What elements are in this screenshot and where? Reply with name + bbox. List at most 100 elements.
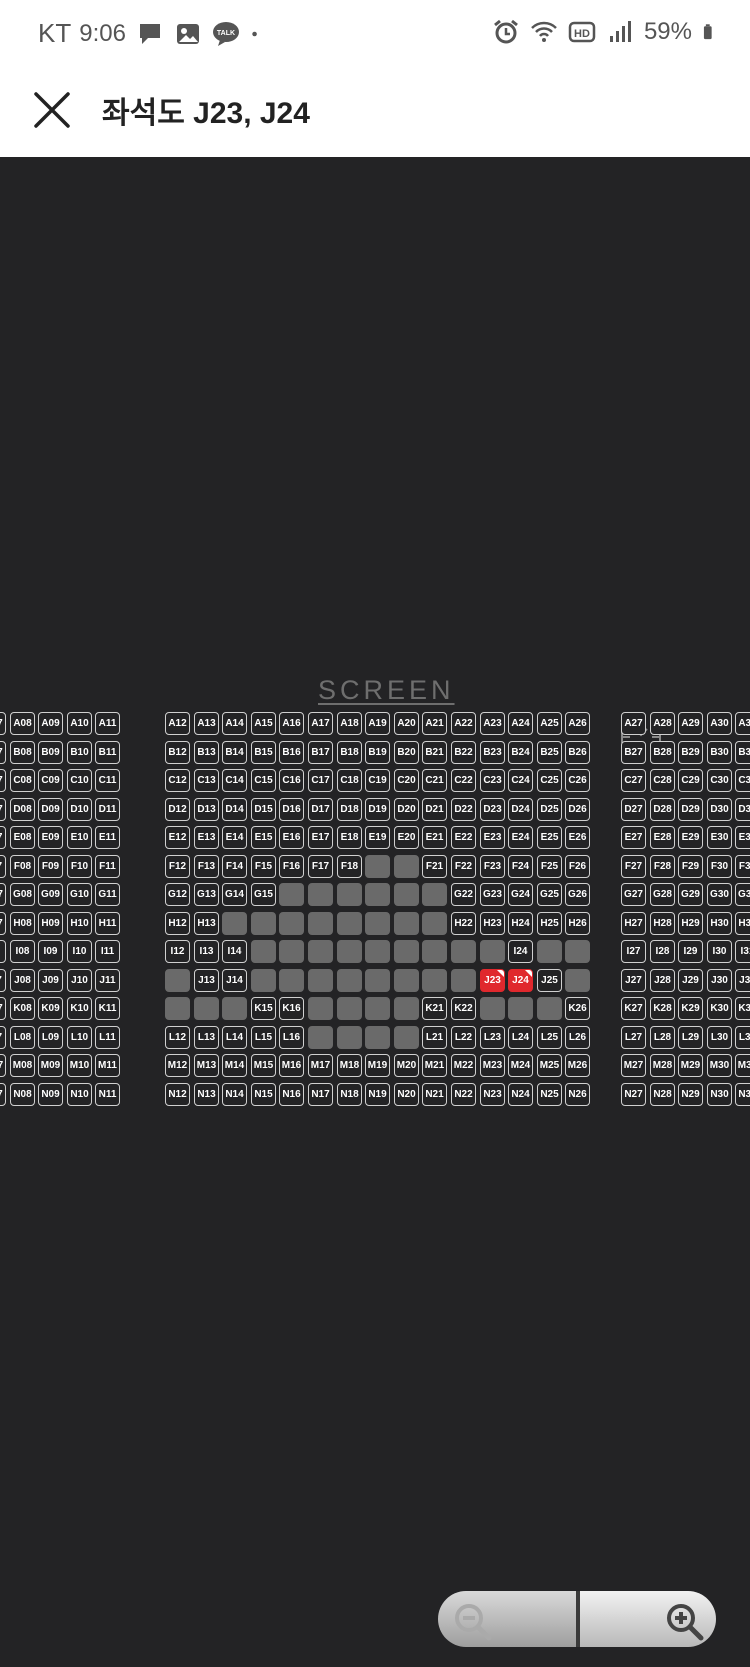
seat-f12[interactable]: F12 <box>165 855 190 878</box>
seat-e11[interactable]: E11 <box>95 826 120 849</box>
seat-a21[interactable]: A21 <box>422 712 447 735</box>
seat-k29[interactable]: K29 <box>678 997 703 1020</box>
seat-e31[interactable]: E31 <box>735 826 750 849</box>
seat-h08[interactable]: H08 <box>10 912 35 935</box>
seat-i28[interactable]: I28 <box>650 940 675 963</box>
seat-e24[interactable]: E24 <box>508 826 533 849</box>
seat-m25[interactable]: M25 <box>537 1054 562 1077</box>
seat-f17[interactable]: F17 <box>308 855 333 878</box>
seat-n11[interactable]: N11 <box>95 1083 120 1106</box>
seat-f18[interactable]: F18 <box>337 855 362 878</box>
seat-i30[interactable]: I30 <box>707 940 732 963</box>
seat-f28[interactable]: F28 <box>650 855 675 878</box>
seat-j07[interactable]: J07 <box>0 969 6 992</box>
seat-k21[interactable]: K21 <box>422 997 447 1020</box>
seat-a19[interactable]: A19 <box>365 712 390 735</box>
seat-l08[interactable]: L08 <box>10 1026 35 1049</box>
seat-f31[interactable]: F31 <box>735 855 750 878</box>
seat-j30[interactable]: J30 <box>707 969 732 992</box>
seat-h27[interactable]: H27 <box>621 912 646 935</box>
seat-k10[interactable]: K10 <box>67 997 92 1020</box>
seat-m24[interactable]: M24 <box>508 1054 533 1077</box>
seat-e14[interactable]: E14 <box>222 826 247 849</box>
seat-b15[interactable]: B15 <box>251 741 276 764</box>
seat-j25[interactable]: J25 <box>537 969 562 992</box>
seat-m31[interactable]: M31 <box>735 1054 750 1077</box>
zoom-out-button[interactable] <box>438 1591 576 1647</box>
seat-f24[interactable]: F24 <box>508 855 533 878</box>
seat-n09[interactable]: N09 <box>38 1083 63 1106</box>
seat-m11[interactable]: M11 <box>95 1054 120 1077</box>
seat-j29[interactable]: J29 <box>678 969 703 992</box>
seat-d14[interactable]: D14 <box>222 798 247 821</box>
seat-g08[interactable]: G08 <box>10 883 35 906</box>
seat-m15[interactable]: M15 <box>251 1054 276 1077</box>
seat-m21[interactable]: M21 <box>422 1054 447 1077</box>
seat-j08[interactable]: J08 <box>10 969 35 992</box>
seat-k07[interactable]: K07 <box>0 997 6 1020</box>
seat-b21[interactable]: B21 <box>422 741 447 764</box>
seat-k26[interactable]: K26 <box>565 997 590 1020</box>
seat-i12[interactable]: I12 <box>165 940 190 963</box>
seat-h29[interactable]: H29 <box>678 912 703 935</box>
seat-k16[interactable]: K16 <box>279 997 304 1020</box>
seat-a20[interactable]: A20 <box>394 712 419 735</box>
seat-b29[interactable]: B29 <box>678 741 703 764</box>
seat-a30[interactable]: A30 <box>707 712 732 735</box>
seat-g27[interactable]: G27 <box>621 883 646 906</box>
seat-f30[interactable]: F30 <box>707 855 732 878</box>
seat-e21[interactable]: E21 <box>422 826 447 849</box>
seat-j27[interactable]: J27 <box>621 969 646 992</box>
seat-a18[interactable]: A18 <box>337 712 362 735</box>
seat-l31[interactable]: L31 <box>735 1026 750 1049</box>
seat-a08[interactable]: A08 <box>10 712 35 735</box>
seat-h10[interactable]: H10 <box>67 912 92 935</box>
close-icon[interactable] <box>28 86 76 134</box>
seat-i29[interactable]: I29 <box>678 940 703 963</box>
seat-n25[interactable]: N25 <box>537 1083 562 1106</box>
seat-d15[interactable]: D15 <box>251 798 276 821</box>
seat-c18[interactable]: C18 <box>337 769 362 792</box>
seat-d09[interactable]: D09 <box>38 798 63 821</box>
seat-g07[interactable]: G07 <box>0 883 6 906</box>
seat-a16[interactable]: A16 <box>279 712 304 735</box>
seat-c12[interactable]: C12 <box>165 769 190 792</box>
seat-m23[interactable]: M23 <box>480 1054 505 1077</box>
seat-b18[interactable]: B18 <box>337 741 362 764</box>
seat-e09[interactable]: E09 <box>38 826 63 849</box>
seat-k30[interactable]: K30 <box>707 997 732 1020</box>
seat-b20[interactable]: B20 <box>394 741 419 764</box>
seat-j14[interactable]: J14 <box>222 969 247 992</box>
seat-d22[interactable]: D22 <box>451 798 476 821</box>
seat-k11[interactable]: K11 <box>95 997 120 1020</box>
seat-n28[interactable]: N28 <box>650 1083 675 1106</box>
seat-b30[interactable]: B30 <box>707 741 732 764</box>
seat-d08[interactable]: D08 <box>10 798 35 821</box>
seat-e22[interactable]: E22 <box>451 826 476 849</box>
seat-h13[interactable]: H13 <box>194 912 219 935</box>
seat-n21[interactable]: N21 <box>422 1083 447 1106</box>
seat-h31[interactable]: H31 <box>735 912 750 935</box>
seat-d07[interactable]: D07 <box>0 798 6 821</box>
seat-l13[interactable]: L13 <box>194 1026 219 1049</box>
seat-a31[interactable]: A31 <box>735 712 750 735</box>
seat-m17[interactable]: M17 <box>308 1054 333 1077</box>
seat-f29[interactable]: F29 <box>678 855 703 878</box>
seat-j24[interactable]: J24 <box>508 969 533 992</box>
seat-b23[interactable]: B23 <box>480 741 505 764</box>
seat-e08[interactable]: E08 <box>10 826 35 849</box>
seat-d21[interactable]: D21 <box>422 798 447 821</box>
seat-f27[interactable]: F27 <box>621 855 646 878</box>
seat-m19[interactable]: M19 <box>365 1054 390 1077</box>
seat-e28[interactable]: E28 <box>650 826 675 849</box>
seat-e18[interactable]: E18 <box>337 826 362 849</box>
seat-n13[interactable]: N13 <box>194 1083 219 1106</box>
seat-h07[interactable]: H07 <box>0 912 6 935</box>
seat-n29[interactable]: N29 <box>678 1083 703 1106</box>
seat-d30[interactable]: D30 <box>707 798 732 821</box>
seat-k27[interactable]: K27 <box>621 997 646 1020</box>
seat-d20[interactable]: D20 <box>394 798 419 821</box>
seat-m08[interactable]: M08 <box>10 1054 35 1077</box>
seat-b16[interactable]: B16 <box>279 741 304 764</box>
seat-n08[interactable]: N08 <box>10 1083 35 1106</box>
